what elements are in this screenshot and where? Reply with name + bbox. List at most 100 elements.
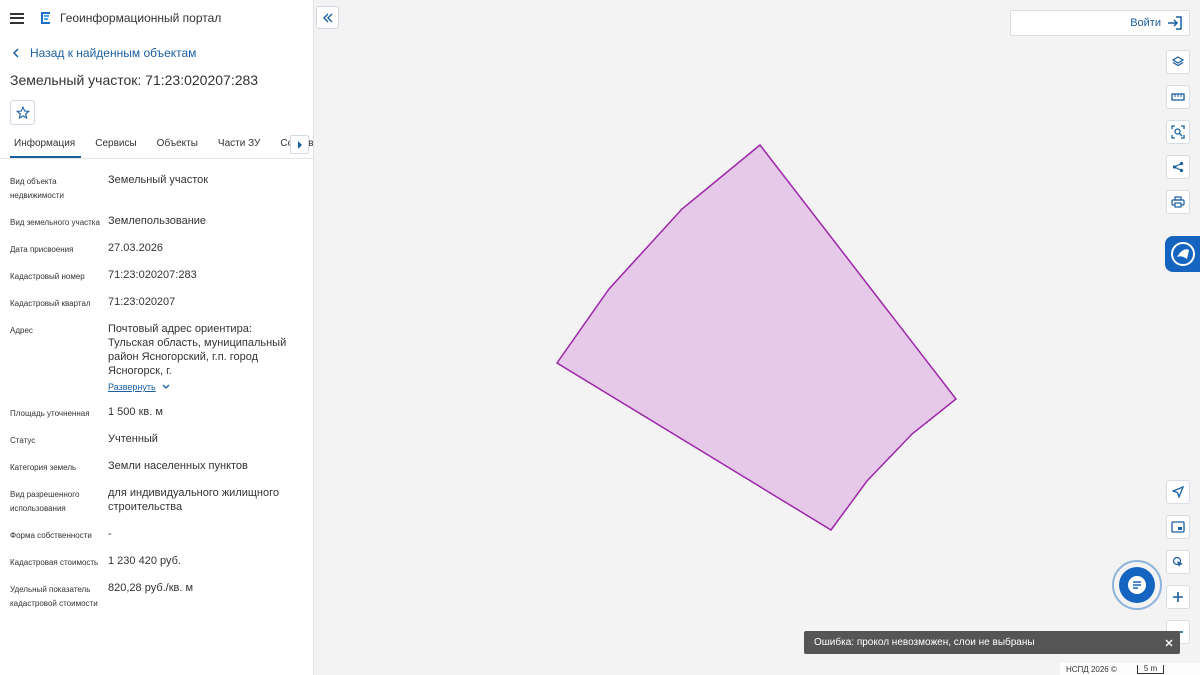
expand-label: Развернуть: [108, 382, 156, 392]
property-value: 71:23:020207:283: [108, 269, 197, 281]
back-link[interactable]: Назад к найденным объектам: [0, 44, 313, 62]
close-icon: [1165, 639, 1173, 646]
property-value: Земельный участок: [108, 174, 209, 186]
measure-button[interactable]: [1166, 85, 1190, 109]
property-label: Вид разрешенного использования: [10, 490, 80, 513]
share-icon: [1172, 161, 1184, 173]
locate-button[interactable]: [1166, 550, 1190, 574]
collapse-panel-button[interactable]: [316, 6, 339, 29]
login-label: Войти: [1130, 17, 1161, 29]
side-panel: Геоинформационный портал Назад к найденн…: [0, 0, 314, 675]
print-button[interactable]: [1166, 190, 1190, 214]
property-row: Вид земельного участка Землепользование: [10, 214, 313, 230]
zoom-in-icon: [1173, 592, 1183, 602]
property-row: Адрес Почтовый адрес ориентира: Тульская…: [10, 322, 313, 394]
property-label: Кадастровый квартал: [10, 299, 91, 308]
tabs-next-button[interactable]: [290, 135, 309, 154]
help-icon: [1171, 242, 1195, 266]
property-value: Почтовый адрес ориентира: Тульская облас…: [108, 323, 287, 377]
login-icon: [1168, 16, 1182, 30]
navigate-button[interactable]: [1166, 480, 1190, 504]
share-button[interactable]: [1166, 155, 1190, 179]
property-value: для индивидуального жилищного строительс…: [108, 487, 280, 513]
expand-address-link[interactable]: Развернуть: [108, 380, 299, 394]
property-label: Кадастровая стоимость: [10, 558, 99, 567]
chevron-left-icon: [12, 48, 19, 58]
property-row: Статус Учтенный: [10, 432, 313, 448]
property-row: Кадастровая стоимость 1 230 420 руб.: [10, 554, 313, 570]
zoom-in-button[interactable]: [1166, 585, 1190, 609]
toast-close-button[interactable]: [1158, 632, 1180, 654]
minimap-icon: [1171, 521, 1185, 533]
page-title: Земельный участок: 71:23:020207:283: [10, 72, 259, 88]
map-canvas[interactable]: [315, 0, 1200, 675]
tab-services[interactable]: Сервисы: [89, 137, 142, 158]
navigate-icon: [1172, 486, 1184, 498]
property-value: Земли населенных пунктов: [108, 460, 248, 472]
address-block: Почтовый адрес ориентира: Тульская облас…: [108, 322, 313, 394]
property-label: Вид земельного участка: [10, 218, 100, 227]
property-label: Удельный показатель кадастровой стоимост…: [10, 585, 98, 608]
property-list: Вид объекта недвижимости Земельный участ…: [0, 159, 313, 611]
chat-button[interactable]: [1112, 560, 1162, 610]
login-button[interactable]: Войти: [1010, 10, 1190, 36]
tab-parts[interactable]: Части ЗУ: [212, 137, 266, 158]
property-row: Вид объекта недвижимости Земельный участ…: [10, 173, 313, 203]
back-link-label: Назад к найденным объектам: [30, 46, 197, 60]
property-row: Кадастровый квартал 71:23:020207: [10, 295, 313, 311]
ruler-icon: [1171, 93, 1185, 101]
property-row: Кадастровый номер 71:23:020207:283: [10, 268, 313, 284]
property-value: 71:23:020207: [108, 296, 176, 308]
property-label: Категория земель: [10, 463, 77, 472]
top-bar: Геоинформационный портал: [0, 0, 313, 36]
hamburger-icon[interactable]: [10, 12, 24, 24]
property-value: -: [108, 528, 112, 540]
print-icon: [1171, 196, 1185, 208]
tab-objects[interactable]: Объекты: [151, 137, 204, 158]
locate-icon: [1172, 556, 1183, 567]
property-row: Вид разрешенного использования для индив…: [10, 486, 313, 516]
chat-bubble: [1119, 567, 1155, 603]
select-area-button[interactable]: [1166, 120, 1190, 144]
property-row: Площадь уточненная 1 500 кв. м: [10, 405, 313, 421]
property-value: Учтенный: [108, 433, 158, 445]
property-row: Категория земель Земли населенных пункто…: [10, 459, 313, 475]
star-icon: [15, 105, 30, 119]
property-label: Площадь уточненная: [10, 409, 90, 418]
help-button[interactable]: [1165, 236, 1200, 272]
copyright: НСПД 2026 ©: [1066, 664, 1117, 674]
double-chevron-left-icon: [322, 13, 332, 22]
chevron-right-icon: [297, 140, 302, 149]
scale-bar: 5 m: [1136, 664, 1165, 674]
map-footer: НСПД 2026 © 5 m: [1060, 663, 1200, 675]
property-value: 1 230 420 руб.: [108, 555, 181, 567]
property-label: Форма собственности: [10, 531, 92, 540]
portal-logo-icon: [41, 12, 50, 24]
tab-info[interactable]: Информация: [10, 137, 82, 158]
property-value: 1 500 кв. м: [108, 406, 163, 418]
favorite-button[interactable]: [10, 100, 35, 125]
property-value: 820,28 руб./кв. м: [108, 582, 194, 594]
app-title: Геоинформационный портал: [60, 11, 222, 25]
chat-icon: [1128, 576, 1146, 594]
property-row: Дата присвоения 27.03.2026: [10, 241, 313, 257]
error-toast: Ошибка: прокол невозможен, слои не выбра…: [804, 631, 1180, 654]
property-value: Землепользование: [108, 215, 207, 227]
property-row: Удельный показатель кадастровой стоимост…: [10, 581, 313, 611]
property-label: Адрес: [10, 326, 33, 335]
property-label: Дата присвоения: [10, 245, 74, 254]
property-row: Форма собственности -: [10, 527, 313, 543]
chevron-down-icon: [162, 384, 170, 389]
property-label: Вид объекта недвижимости: [10, 177, 64, 200]
parcel-polygon[interactable]: [555, 143, 958, 531]
property-value: 27.03.2026: [108, 242, 164, 254]
minimap-button[interactable]: [1166, 515, 1190, 539]
map-layer: [555, 143, 958, 531]
layers-icon: [1172, 56, 1184, 67]
tab-bar: Информация Сервисы Объекты Части ЗУ Сост…: [0, 135, 313, 159]
toast-message: Ошибка: прокол невозможен, слои не выбра…: [814, 637, 1035, 648]
property-label: Статус: [10, 436, 36, 445]
property-label: Кадастровый номер: [10, 272, 85, 281]
select-area-icon: [1171, 125, 1185, 139]
layers-button[interactable]: [1166, 50, 1190, 74]
